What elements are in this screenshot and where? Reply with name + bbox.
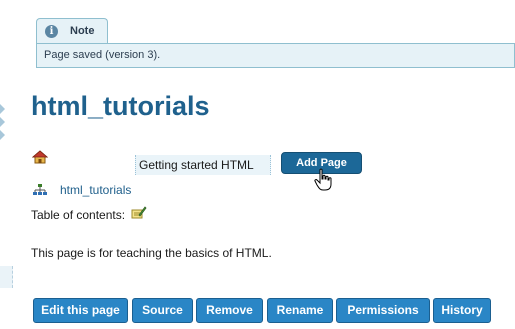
page-content: This page is for teaching the basics of …	[31, 246, 272, 260]
permissions-button[interactable]: Permissions	[336, 298, 430, 323]
note-title: Note	[70, 25, 95, 37]
collapse-arrow-icon[interactable]	[0, 117, 5, 127]
side-panel-edge[interactable]	[0, 266, 13, 288]
collapse-arrow-icon[interactable]	[0, 130, 5, 140]
collapse-arrow-icon[interactable]	[0, 104, 5, 114]
note-box: Page saved (version 3).	[36, 43, 515, 68]
history-button[interactable]: History	[433, 298, 491, 323]
page-title: html_tutorials	[31, 91, 210, 121]
structure-link[interactable]: html_tutorials	[60, 183, 131, 197]
new-page-name-field[interactable]: Getting started HTML	[135, 155, 271, 175]
source-button[interactable]: Source	[132, 298, 193, 323]
new-page-name-value: Getting started HTML	[139, 158, 254, 172]
hand-cursor-icon	[314, 168, 332, 191]
wiki-page: i Note Page saved (version 3). html_tuto…	[0, 0, 515, 329]
info-icon: i	[45, 25, 58, 38]
home-icon[interactable]	[32, 150, 48, 164]
edit-page-button[interactable]: Edit this page	[33, 298, 128, 323]
toc-edit-icon[interactable]	[131, 206, 147, 220]
toc-label: Table of contents:	[31, 208, 126, 222]
structure-icon	[33, 184, 47, 195]
note-message: Page saved (version 3).	[44, 49, 161, 61]
note-tab: i Note	[36, 18, 108, 44]
rename-button[interactable]: Rename	[267, 298, 333, 323]
remove-button[interactable]: Remove	[196, 298, 263, 323]
